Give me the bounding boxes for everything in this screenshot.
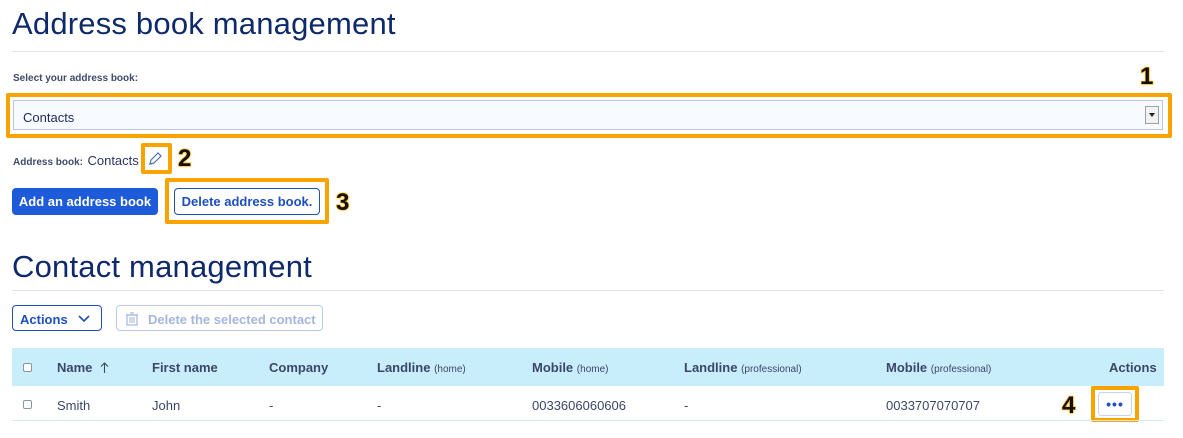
contacts-divider [12,290,1164,291]
actions-label: Actions [20,312,68,327]
cell-mobile-professional: 0033707070707 [886,398,980,413]
callout-1: 1 [1139,63,1154,91]
callout-3: 3 [335,189,350,217]
address-book-name: Contacts [87,153,139,168]
select-all-checkbox[interactable] [23,363,32,372]
pencil-icon [149,152,162,165]
page-title: Address book management [12,6,396,41]
column-company[interactable]: Company [269,360,328,375]
row-more-actions-button[interactable]: ••• [1098,392,1132,416]
address-book-select[interactable]: Contacts [13,100,1163,130]
contacts-title: Contact management [12,249,312,284]
chevron-down-icon [78,315,90,322]
arrow-up-icon [100,362,109,373]
cell-company: - [269,398,274,413]
trash-icon [126,312,138,326]
title-divider [12,51,1164,52]
delete-selected-label: Delete the selected contact [148,312,316,327]
column-name[interactable]: Name [57,360,109,375]
row-checkbox[interactable] [23,400,32,409]
select-arrow[interactable] [1145,106,1159,124]
cell-mobile-home: 0033606060606 [532,398,626,413]
address-book-info: Address book: Contacts [13,152,139,170]
row-divider [12,420,1164,421]
column-landline-home[interactable]: Landline (home) [377,360,466,375]
delete-address-book-button[interactable]: Delete address book. [174,188,320,215]
column-first-name[interactable]: First name [152,360,218,375]
delete-selected-contact-button[interactable]: Delete the selected contact [116,305,323,331]
actions-dropdown-button[interactable]: Actions [12,305,102,331]
column-actions: Actions [1109,360,1157,375]
select-value: Contacts [23,110,75,125]
callout-4: 4 [1061,392,1076,420]
edit-address-book-button[interactable] [147,150,164,167]
cell-first-name: John [152,398,181,413]
column-mobile-home[interactable]: Mobile (home) [532,360,608,375]
address-book-label: Address book: [13,157,84,168]
add-address-book-button[interactable]: Add an address book [12,188,158,215]
select-label: Select your address book: [13,73,139,84]
cell-name: Smith [57,398,91,413]
cell-landline-professional: - [684,398,689,413]
column-landline-professional[interactable]: Landline (professional) [684,360,802,375]
column-mobile-professional[interactable]: Mobile (professional) [886,360,991,375]
contacts-table-header: Name First name Company Landline (home) … [12,348,1164,386]
caret-down-icon [1149,113,1155,117]
callout-2: 2 [177,145,192,173]
cell-landline-home: - [377,398,382,413]
